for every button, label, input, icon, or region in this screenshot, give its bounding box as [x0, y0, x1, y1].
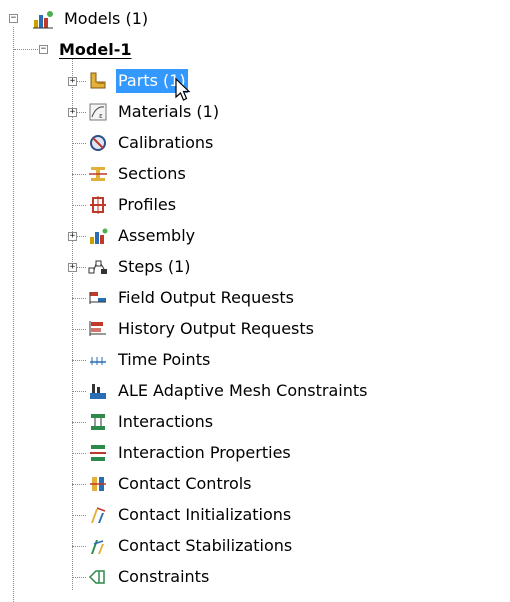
contact-controls-icon — [88, 474, 108, 494]
mouse-pointer-icon — [174, 77, 196, 104]
tree-item-materials[interactable]: Materials (1) — [116, 100, 221, 124]
constraints-icon — [88, 567, 108, 587]
collapse-model-1-toggle[interactable]: − — [39, 45, 48, 54]
models-icon — [32, 8, 53, 29]
tree-line-h — [72, 143, 86, 144]
tree-line-h — [72, 174, 86, 175]
tree-line-h — [72, 329, 86, 330]
tree-item-ale-mesh[interactable]: ALE Adaptive Mesh Constraints — [116, 379, 369, 403]
field-output-icon — [88, 288, 108, 308]
tree-item-contact-initializations[interactable]: Contact Initializations — [116, 503, 293, 527]
ale-mesh-icon — [88, 381, 108, 401]
tree-item-time-points[interactable]: Time Points — [116, 348, 212, 372]
profiles-icon — [88, 195, 108, 215]
tree-item-sections[interactable]: Sections — [116, 162, 188, 186]
svg-text:ε: ε — [99, 112, 103, 120]
tree-item-contact-controls[interactable]: Contact Controls — [116, 472, 254, 496]
history-output-icon — [88, 319, 108, 339]
parts-icon — [88, 71, 108, 91]
sections-icon — [88, 164, 108, 184]
expand-toggle[interactable]: + — [68, 108, 77, 117]
tree-node-model-1[interactable]: Model-1 — [57, 38, 133, 62]
tree-line-h — [72, 453, 86, 454]
calibrations-icon — [88, 133, 108, 153]
tree-item-constraints[interactable]: Constraints — [116, 565, 211, 589]
interactions-icon — [88, 412, 108, 432]
materials-icon: ε — [88, 102, 108, 122]
tree-line-h — [72, 391, 86, 392]
tree-line-h — [72, 484, 86, 485]
tree-line-h — [72, 360, 86, 361]
tree-line-h — [72, 205, 86, 206]
tree-item-interactions[interactable]: Interactions — [116, 410, 215, 434]
tree-item-calibrations[interactable]: Calibrations — [116, 131, 215, 155]
tree-line-model — [72, 58, 73, 590]
tree-item-interaction-properties[interactable]: Interaction Properties — [116, 441, 293, 465]
time-points-icon — [88, 350, 108, 370]
expand-toggle[interactable]: + — [68, 232, 77, 241]
tree-line-h — [72, 546, 86, 547]
collapse-models-toggle[interactable]: − — [9, 14, 18, 23]
expand-toggle[interactable]: + — [68, 263, 77, 272]
tree-root-models[interactable]: Models (1) — [62, 7, 150, 31]
assembly-icon — [88, 226, 108, 246]
tree-item-steps[interactable]: Steps (1) — [116, 255, 193, 279]
tree-line-h — [72, 515, 86, 516]
tree-item-contact-stabilizations[interactable]: Contact Stabilizations — [116, 534, 294, 558]
model-tree[interactable]: − Models (1) − Model-1 + Parts (1) + ε Mater… — [0, 0, 510, 602]
tree-line-h — [72, 422, 86, 423]
steps-icon — [88, 257, 108, 277]
interaction-properties-icon — [88, 443, 108, 463]
tree-item-assembly[interactable]: Assembly — [116, 224, 197, 248]
tree-item-profiles[interactable]: Profiles — [116, 193, 178, 217]
tree-item-field-output[interactable]: Field Output Requests — [116, 286, 296, 310]
contact-initializations-icon — [88, 505, 108, 525]
tree-line-root — [13, 27, 14, 602]
contact-stabilizations-icon — [88, 536, 108, 556]
tree-item-history-output[interactable]: History Output Requests — [116, 317, 316, 341]
tree-line-h — [72, 577, 86, 578]
tree-line-h — [72, 298, 86, 299]
tree-line-h — [14, 49, 38, 50]
expand-toggle[interactable]: + — [68, 77, 77, 86]
